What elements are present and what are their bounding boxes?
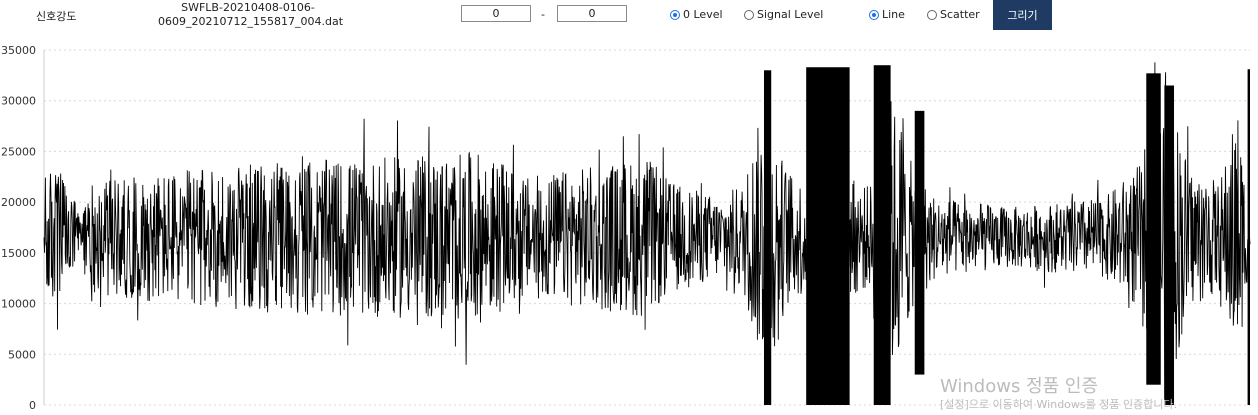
- zero-level-radio-dot[interactable]: [670, 9, 680, 20]
- y-tick-label: 30000: [1, 95, 36, 108]
- signal-burst: [1247, 69, 1250, 406]
- zero-level-radio[interactable]: 0 Level: [670, 8, 723, 21]
- toolbar: 신호강도 SWFLB-20210408-0106- 0609_20210712_…: [0, 0, 1258, 38]
- y-tick-label: 35000: [1, 44, 36, 57]
- series-layer: [43, 62, 1251, 406]
- scatter-mode-label: Scatter: [940, 8, 980, 21]
- axis-layer: 0 5000 10000 15000 20000 25000 30000 35000: [1, 44, 45, 412]
- line-mode-radio-dot[interactable]: [869, 9, 879, 20]
- signal-level-radio-dot[interactable]: [744, 9, 754, 20]
- range-start-input[interactable]: [461, 5, 531, 22]
- file-name-line-2: 0609_20210712_155817_004.dat: [158, 15, 344, 28]
- y-tick-label: 0: [29, 399, 36, 412]
- signal-burst: [763, 70, 772, 406]
- file-name: SWFLB-20210408-0106- 0609_20210712_15581…: [158, 1, 344, 29]
- line-mode-label: Line: [882, 8, 905, 21]
- signal-level-label: Signal Level: [757, 8, 824, 21]
- y-tick-label: 25000: [1, 145, 36, 158]
- signal-burst: [1164, 85, 1175, 405]
- line-mode-radio[interactable]: Line: [869, 8, 905, 21]
- scatter-mode-radio[interactable]: Scatter: [927, 8, 980, 21]
- zero-level-label: 0 Level: [683, 8, 723, 21]
- signal-burst: [914, 110, 925, 375]
- signal-series-line: [43, 62, 1251, 406]
- y-tick-label: 10000: [1, 298, 36, 311]
- signal-level-radio[interactable]: Signal Level: [744, 8, 823, 21]
- page-title: 신호강도: [36, 10, 77, 23]
- activation-watermark: Windows 정품 인증 [설정]으로 이동하여 Windows를 정품 인증…: [940, 376, 1177, 412]
- scatter-mode-radio-dot[interactable]: [927, 9, 937, 20]
- watermark-title: Windows 정품 인증: [940, 376, 1099, 397]
- y-tick-label: 5000: [8, 348, 36, 361]
- signal-burst: [873, 65, 891, 405]
- signal-chart: 0 5000 10000 15000 20000 25000 30000 35000: [1, 44, 1251, 412]
- y-tick-label: 20000: [1, 196, 36, 209]
- draw-button[interactable]: 그리기: [993, 0, 1052, 30]
- signal-burst: [806, 67, 850, 405]
- range-end-input[interactable]: [557, 5, 627, 22]
- y-tick-label: 15000: [1, 247, 36, 260]
- signal-burst: [1146, 73, 1161, 385]
- file-name-line-1: SWFLB-20210408-0106-: [181, 1, 315, 14]
- watermark-subtitle: [설정]으로 이동하여 Windows를 정품 인증합니다.: [940, 398, 1178, 411]
- range-separator: -: [541, 8, 545, 21]
